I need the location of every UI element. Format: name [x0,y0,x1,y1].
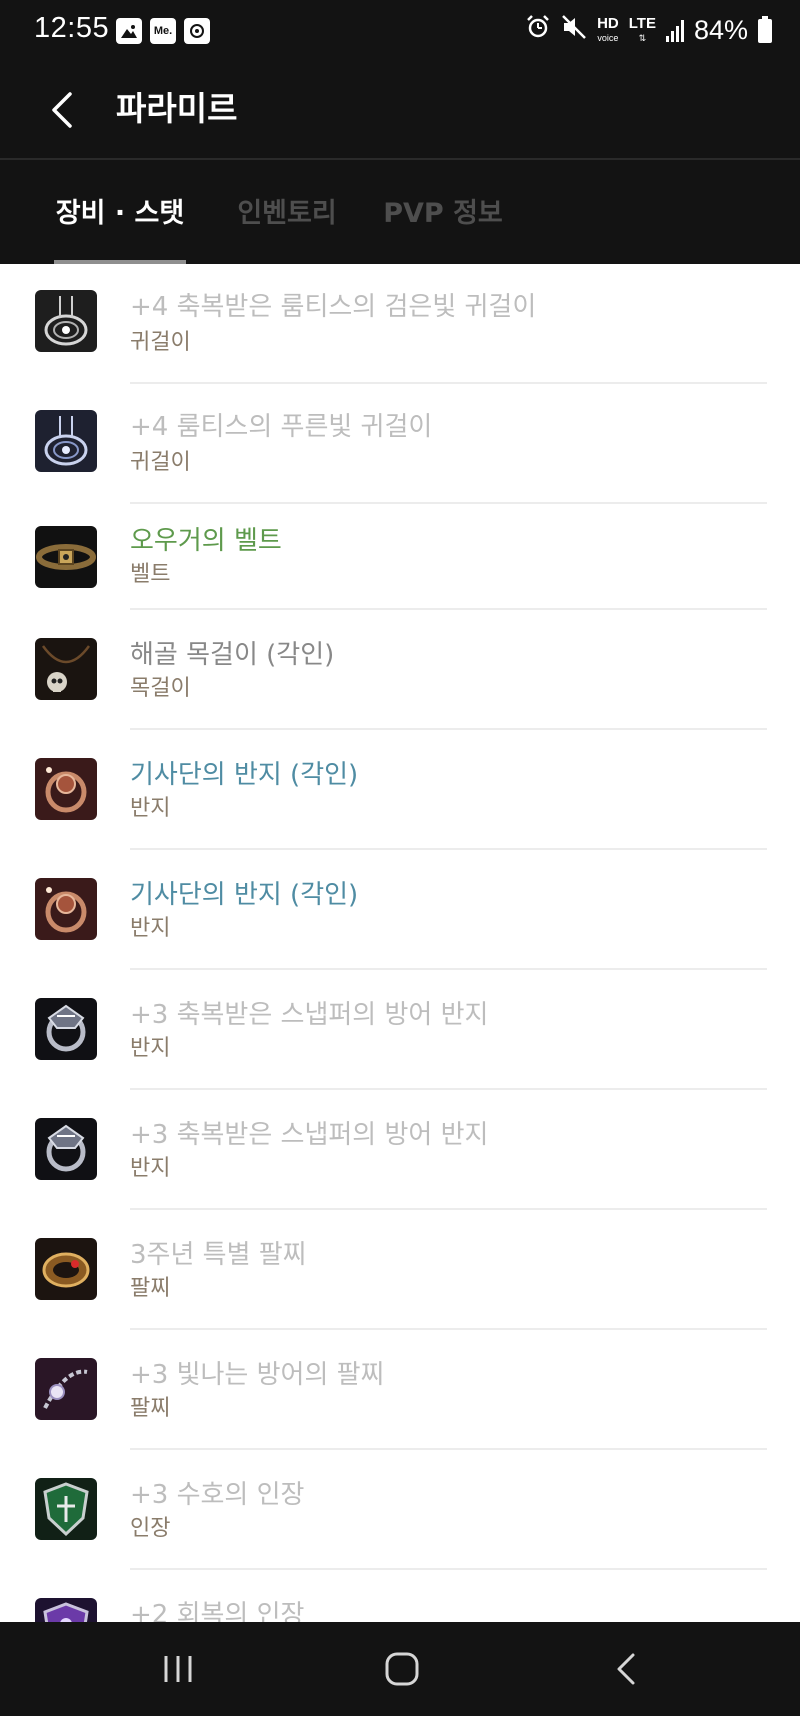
item-type: 반지 [130,916,171,941]
item-name: 기사단의 반지 (각인) [130,760,359,790]
list-item[interactable]: 오우거의 벨트 벨트 [0,504,800,610]
item-name: +3 빛나는 방어의 팔찌 [130,1360,385,1390]
guardian-insignia-icon [35,1478,97,1540]
notification-icons: Me. [116,18,210,44]
list-item[interactable]: +4 축복받은 룸티스의 검은빛 귀걸이 귀걸이 [0,264,800,384]
back-button[interactable] [34,82,90,138]
equipment-list[interactable]: +4 축복받은 룸티스의 검은빛 귀걸이 귀걸이 +4 룸티스의 푸른빛 귀걸이… [0,264,800,1622]
tab-inventory[interactable]: 인벤토리 [232,160,342,264]
mute-icon [561,14,587,47]
list-item[interactable]: +4 룸티스의 푸른빛 귀걸이 귀걸이 [0,384,800,504]
knight-ring-icon [35,878,97,940]
status-indicators: HD voice LTE ⇅ 84% [525,14,772,47]
chevron-left-icon [52,92,72,128]
knight-ring-icon [35,758,97,820]
list-item[interactable]: +3 수호의 인장 인장 [0,1450,800,1570]
recent-apps-icon [164,1656,192,1682]
anniversary-bracelet-icon [35,1238,97,1300]
skull-necklace-icon [35,638,97,700]
snapper-ring-icon [35,998,97,1060]
item-type: 목걸이 [130,676,191,701]
recovery-insignia-icon [35,1598,97,1622]
shining-bracelet-icon [35,1358,97,1420]
list-item[interactable]: 기사단의 반지 (각인) 반지 [0,850,800,970]
home-icon [385,1652,419,1686]
list-item[interactable]: +2 회복의 인장 [0,1570,800,1622]
system-back-button[interactable] [596,1644,656,1694]
item-name: 3주년 특별 팔찌 [130,1240,307,1270]
list-item[interactable]: +3 축복받은 스냅퍼의 방어 반지 반지 [0,970,800,1090]
item-type: 반지 [130,796,171,821]
status-bar: 12:55 Me. HD voice LTE ⇅ 84% [0,0,800,62]
belt-icon [35,526,97,588]
app-bar: 파라미르 [0,62,800,158]
blue-earring-icon [35,410,97,472]
tab-pvp-info[interactable]: PVP 정보 [382,160,504,264]
status-time: 12:55 [34,12,110,44]
item-name: +4 룸티스의 푸른빛 귀걸이 [130,412,433,442]
item-type: 반지 [130,1036,171,1061]
home-button[interactable] [372,1644,432,1694]
recent-apps-button[interactable] [148,1644,208,1694]
alarm-icon [525,14,551,47]
list-item[interactable]: 해골 목걸이 (각인) 목걸이 [0,610,800,730]
gallery-icon [116,18,142,44]
item-name: +4 축복받은 룸티스의 검은빛 귀걸이 [130,292,537,322]
voice-label: voice [597,32,619,43]
item-name: +3 수호의 인장 [130,1480,305,1510]
item-type: 반지 [130,1156,171,1181]
lte-indicator: LTE ⇅ [628,14,656,43]
item-name: +2 회복의 인장 [130,1600,305,1622]
black-earring-icon [35,290,97,352]
lte-label: LTE [628,14,656,32]
snapper-ring-icon [35,1118,97,1180]
item-name: 오우거의 벨트 [130,526,282,556]
item-type: 귀걸이 [130,450,191,475]
me-icon: Me. [150,18,176,44]
item-name: +3 축복받은 스냅퍼의 방어 반지 [130,1000,489,1030]
back-arrow-icon [617,1653,635,1685]
item-name: 해골 목걸이 (각인) [130,640,335,670]
page-title: 파라미르 [116,89,238,128]
item-type: 인장 [130,1516,171,1541]
list-item[interactable]: +3 축복받은 스냅퍼의 방어 반지 반지 [0,1090,800,1210]
list-item[interactable]: 기사단의 반지 (각인) 반지 [0,730,800,850]
signal-icon [665,19,684,42]
hd-label: HD [597,14,619,32]
list-item[interactable]: 3주년 특별 팔찌 팔찌 [0,1210,800,1330]
item-name: +3 축복받은 스냅퍼의 방어 반지 [130,1120,489,1150]
system-nav-bar [0,1622,800,1716]
hd-voice-indicator: HD voice [597,14,619,45]
screenshot-icon [184,18,210,44]
item-name: 기사단의 반지 (각인) [130,880,359,910]
list-item[interactable]: +3 빛나는 방어의 팔찌 팔찌 [0,1330,800,1450]
tab-bar: 장비 · 스탯 인벤토리 PVP 정보 [0,160,800,264]
item-type: 귀걸이 [130,330,191,355]
battery-icon [758,15,772,43]
item-type: 팔찌 [130,1396,171,1421]
item-type: 벨트 [130,562,171,587]
battery-percent: 84% [693,15,748,45]
tab-equipment-stats[interactable]: 장비 · 스탯 [54,160,186,264]
item-type: 팔찌 [130,1276,171,1301]
